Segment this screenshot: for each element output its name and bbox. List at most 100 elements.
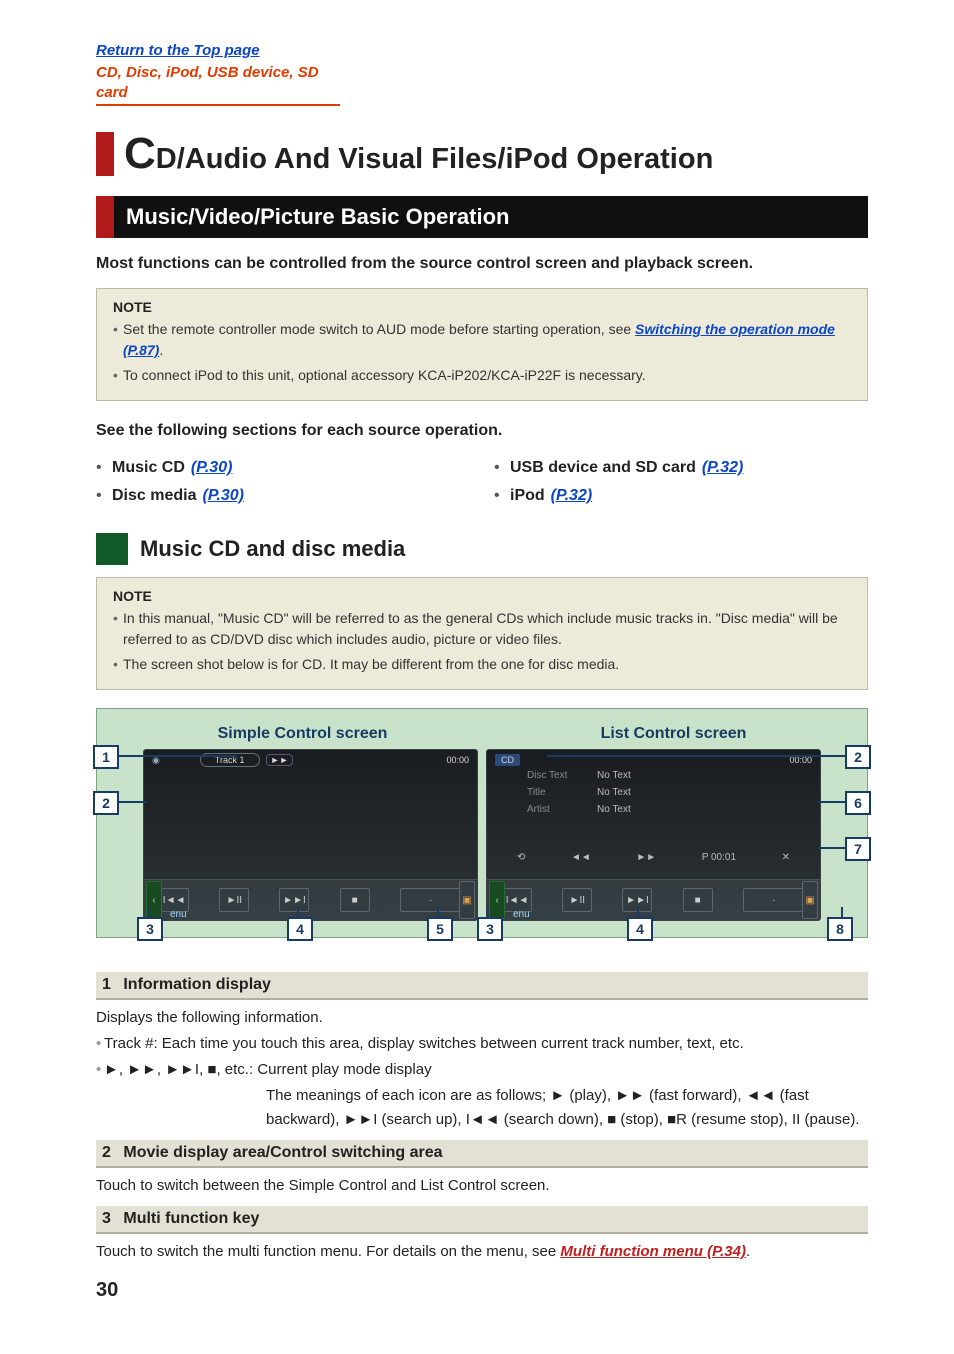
info-label-disc-text: Disc Text xyxy=(527,770,597,781)
desc-lead: Displays the following information. xyxy=(96,1009,323,1026)
control-bar: ‹ I◄◄ ►II ►►I ■ · ▣ xyxy=(487,879,820,920)
note-label: NOTE xyxy=(113,299,851,315)
source-label: iPod xyxy=(510,487,545,505)
page-number: 30 xyxy=(96,1279,118,1302)
callout-line xyxy=(117,801,147,803)
sub-function-button[interactable]: · xyxy=(400,888,462,912)
desc-num: 2 xyxy=(102,1144,111,1161)
cd-badge: CD xyxy=(495,754,520,766)
page-ref-link[interactable]: (P.32) xyxy=(702,459,744,477)
callout-5: 5 xyxy=(427,917,453,941)
list-screen-label: List Control screen xyxy=(601,725,747,743)
callout-2-right: 2 xyxy=(845,745,871,769)
bullet: • xyxy=(96,459,106,477)
source-list: • Music CD (P.30) • USB device and SD ca… xyxy=(96,459,868,505)
desc-heading-1: 1 Information display xyxy=(96,972,868,1000)
callout-6: 6 xyxy=(845,791,871,815)
desc-rest: : Each time you touch this area, display… xyxy=(153,1035,743,1052)
page-ref-link[interactable]: (P.30) xyxy=(202,487,244,505)
desc-prefix: ►, ►►, ►►I, ■, etc. xyxy=(104,1061,249,1078)
callout-line xyxy=(547,755,847,757)
desc-body-3: Touch to switch the multi function menu.… xyxy=(96,1240,868,1264)
desc-prefix: Track # xyxy=(104,1035,153,1052)
simple-screen-label: Simple Control screen xyxy=(218,725,388,743)
screenshot-figure: Simple Control screen List Control scree… xyxy=(96,708,868,938)
desc-heading-2: 2 Movie display area/Control switching a… xyxy=(96,1140,868,1168)
play-pause-button[interactable]: ►II xyxy=(562,888,592,912)
desc-title: Information display xyxy=(123,976,271,993)
switch-screen-button[interactable]: ▣ xyxy=(802,881,818,919)
multi-function-key[interactable]: ‹ xyxy=(489,881,505,919)
desc-body-2: Touch to switch between the Simple Contr… xyxy=(96,1174,868,1198)
intro-text: Most functions can be controlled from th… xyxy=(96,252,868,276)
play-pause-button[interactable]: ►II xyxy=(219,888,249,912)
menu-label[interactable]: enu xyxy=(170,909,187,920)
page-ref-link[interactable]: (P.30) xyxy=(191,459,233,477)
callout-line xyxy=(117,755,237,757)
title-drop-cap: C xyxy=(124,132,156,176)
desc-plain-pre: Touch to switch the multi function menu.… xyxy=(96,1243,560,1260)
info-label-artist: Artist xyxy=(527,804,597,815)
title-accent-bar xyxy=(96,132,114,176)
callout-3-right: 3 xyxy=(477,917,503,941)
source-intro: See the following sections for each sour… xyxy=(96,419,868,443)
desc-plain: Touch to switch between the Simple Contr… xyxy=(96,1177,550,1194)
source-item-music-cd: • Music CD (P.30) xyxy=(96,459,470,477)
control-bar: ‹ I◄◄ ►II ►►I ■ · ▣ xyxy=(144,879,477,920)
info-label-title: Title xyxy=(527,787,597,798)
note-text: The screen shot below is for CD. It may … xyxy=(123,656,619,672)
forward-icon[interactable]: ►► xyxy=(636,852,656,863)
info-value: No Text xyxy=(597,804,631,815)
info-value: No Text xyxy=(597,770,631,781)
desc-heading-3: 3 Multi function key xyxy=(96,1206,868,1234)
desc-num: 1 xyxy=(102,976,111,993)
desc-title: Movie display area/Control switching are… xyxy=(123,1144,442,1161)
movie-display-area[interactable] xyxy=(144,770,477,880)
play-icon: ►► xyxy=(266,754,294,766)
note-label: NOTE xyxy=(113,588,851,604)
rewind-icon[interactable]: ◄◄ xyxy=(571,852,591,863)
callout-4-left: 4 xyxy=(287,917,313,941)
page-ref-link[interactable]: (P.32) xyxy=(551,487,593,505)
close-icon[interactable]: ✕ xyxy=(782,852,790,863)
callout-line xyxy=(817,801,847,803)
sub-function-button[interactable]: · xyxy=(743,888,805,912)
list-control-screenshot: CD 00:00 Disc TextNo Text TitleNo Text A… xyxy=(486,749,821,921)
callout-2-left: 2 xyxy=(93,791,119,815)
stop-button[interactable]: ■ xyxy=(340,888,370,912)
desc-body-1: Displays the following information. Trac… xyxy=(96,1006,868,1132)
menu-label[interactable]: enu xyxy=(513,909,530,920)
multi-function-menu-link[interactable]: Multi function menu (P.34) xyxy=(560,1243,746,1260)
switch-screen-button[interactable]: ▣ xyxy=(459,881,475,919)
simple-control-screenshot: ◉ Track 1 ►► 00:00 ‹ I◄◄ ►II ►►I ■ · ▣ e… xyxy=(143,749,478,921)
note-item: In this manual, "Music CD" will be refer… xyxy=(113,608,851,650)
source-item-usb-sd: • USB device and SD card (P.32) xyxy=(494,459,868,477)
callout-4-right: 4 xyxy=(627,917,653,941)
next-track-button[interactable]: ►►I xyxy=(279,888,309,912)
breadcrumb-context: CD, Disc, iPod, USB device, SD card xyxy=(96,63,340,106)
callout-1: 1 xyxy=(93,745,119,769)
return-top-link[interactable]: Return to the Top page xyxy=(96,40,868,61)
callout-8: 8 xyxy=(827,917,853,941)
track-info-panel[interactable]: Disc TextNo Text TitleNo Text ArtistNo T… xyxy=(527,770,800,815)
note-text: In this manual, "Music CD" will be refer… xyxy=(123,610,838,647)
bullet: • xyxy=(494,487,504,505)
note-item: The screen shot below is for CD. It may … xyxy=(113,654,851,675)
info-value: No Text xyxy=(597,787,631,798)
desc-rest: : Current play mode display xyxy=(249,1061,432,1078)
stop-button[interactable]: ■ xyxy=(683,888,713,912)
callout-7: 7 xyxy=(845,837,871,861)
callout-3-left: 3 xyxy=(137,917,163,941)
desc-num: 3 xyxy=(102,1210,111,1227)
source-item-disc-media: • Disc media (P.30) xyxy=(96,487,470,505)
desc-line: Track #: Each time you touch this area, … xyxy=(96,1032,868,1056)
note-box-2: NOTE In this manual, "Music CD" will be … xyxy=(96,577,868,690)
section-heading: Music/Video/Picture Basic Operation xyxy=(96,196,868,238)
bullet: • xyxy=(494,459,504,477)
bullet: • xyxy=(96,487,106,505)
seek-bar[interactable]: ⟲ ◄◄ ►► P 00:01 ✕ xyxy=(517,842,790,872)
repeat-icon[interactable]: ⟲ xyxy=(517,852,525,863)
desc-meanings: The meanings of each icon are as follows… xyxy=(266,1084,868,1132)
note-text-post: . xyxy=(159,342,163,358)
note-item: To connect iPod to this unit, optional a… xyxy=(113,365,851,386)
